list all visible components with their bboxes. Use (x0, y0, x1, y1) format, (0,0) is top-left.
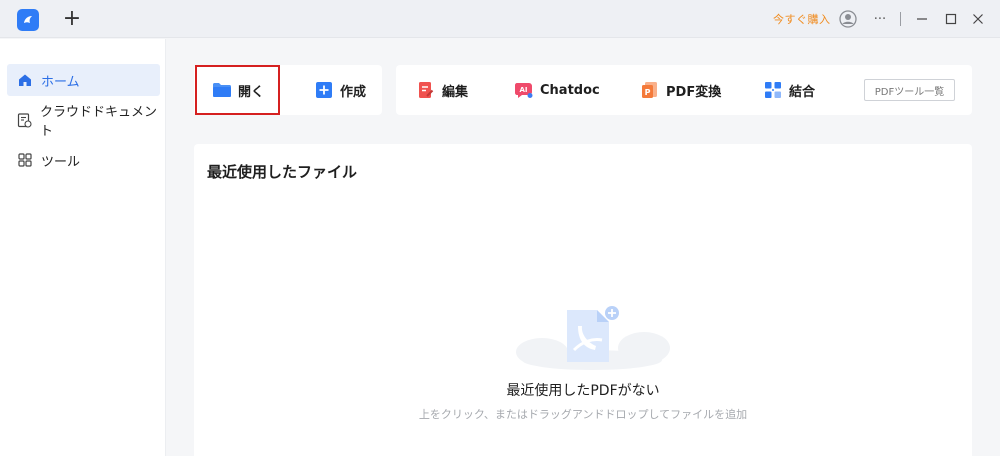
home-icon (17, 72, 33, 88)
recent-files-panel: 最近使用したファイル 最近使用したPDFがない 上をクリック、またはドラッグアン… (194, 144, 972, 456)
open-button-highlight (195, 65, 280, 115)
create-label: 作成 (340, 84, 367, 100)
empty-pdf-illustration-icon (512, 304, 672, 370)
combine-button[interactable]: 結合 (763, 65, 815, 115)
sidebar-item-label: クラウドドキュメント (40, 105, 158, 139)
close-icon[interactable] (968, 9, 988, 29)
empty-state-title: 最近使用したPDFがない (506, 383, 660, 399)
ai-chat-icon: AI (514, 80, 534, 100)
recent-files-title: 最近使用したファイル (207, 163, 358, 181)
edit-document-icon (416, 80, 436, 100)
plus-icon (314, 80, 334, 100)
sidebar: ホーム クラウドドキュメント ツール (0, 39, 166, 456)
pdf-tools-list-button[interactable]: PDFツール一覧 (864, 79, 955, 101)
maximize-icon[interactable] (941, 9, 961, 29)
sidebar-item-home[interactable]: ホーム (7, 64, 160, 96)
edit-label: 編集 (442, 84, 469, 100)
pdf-convert-button[interactable]: P PDF変換 (640, 65, 721, 115)
new-tab-button[interactable]: + (62, 7, 82, 31)
titlebar-divider (897, 9, 903, 29)
combine-label: 結合 (789, 84, 816, 100)
empty-state-subtitle: 上をクリック、またはドラッグアンドドロップしてファイルを追加 (418, 408, 748, 421)
minimize-icon[interactable] (912, 9, 932, 29)
sidebar-item-label: ホーム (41, 74, 80, 90)
chatdoc-button[interactable]: AI Chatdoc (514, 65, 600, 115)
tools-grid-icon (17, 152, 33, 168)
edit-button[interactable]: 編集 (416, 65, 468, 115)
app-logo-icon[interactable] (17, 9, 39, 31)
sidebar-item-label: ツール (41, 154, 81, 170)
title-bar: + 今すぐ購入 ··· (0, 0, 1000, 38)
sidebar-item-tools[interactable]: ツール (7, 144, 160, 176)
svg-text:P: P (645, 88, 651, 97)
create-button[interactable]: 作成 (314, 65, 366, 115)
convert-icon: P (640, 80, 660, 100)
sidebar-item-cloud-documents[interactable]: クラウドドキュメント (7, 104, 160, 139)
pdf-convert-label: PDF変換 (666, 84, 722, 100)
chatdoc-label: Chatdoc (540, 82, 600, 98)
account-icon[interactable] (838, 9, 858, 29)
more-menu-button[interactable]: ··· (870, 9, 890, 29)
cloud-document-icon (17, 112, 32, 128)
buy-now-link[interactable]: 今すぐ購入 (773, 11, 831, 27)
svg-text:AI: AI (519, 86, 527, 94)
combine-icon (763, 80, 783, 100)
